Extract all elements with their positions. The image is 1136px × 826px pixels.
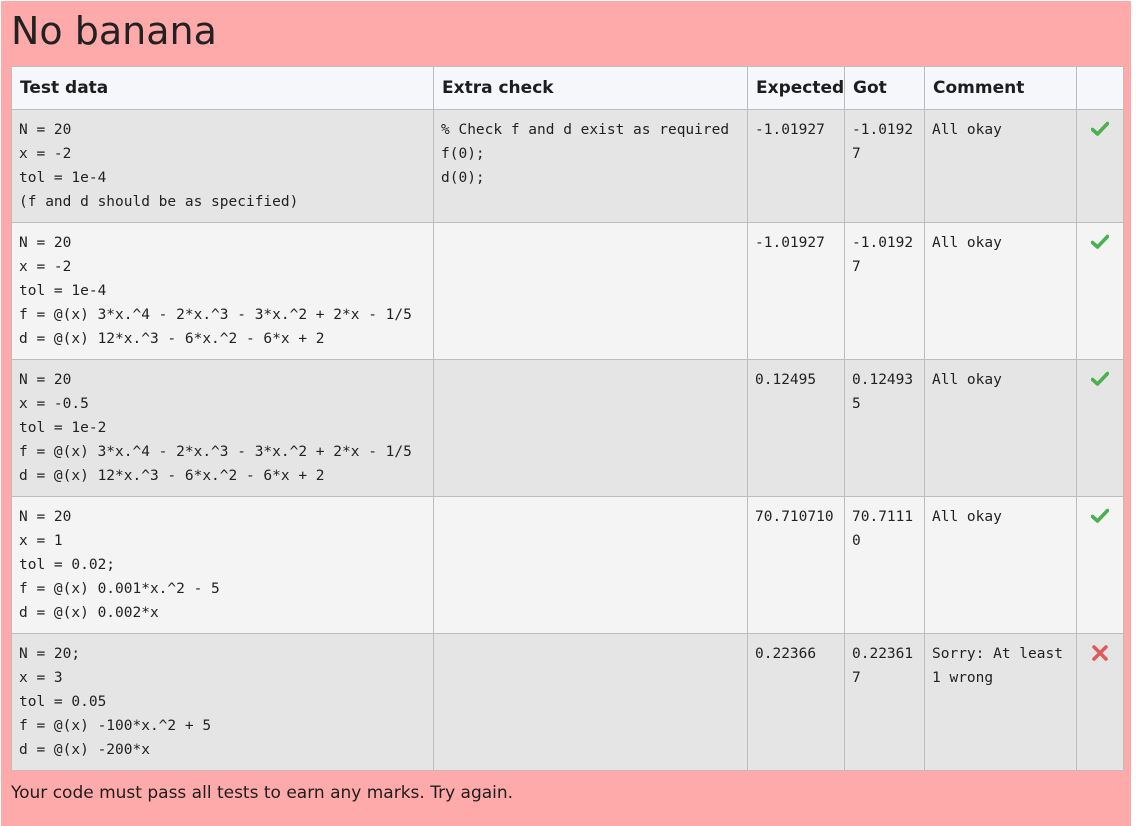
- table-row: N = 20 x = -0.5 tol = 1e-2 f = @(x) 3*x.…: [11, 359, 1124, 497]
- status-cell: [1076, 633, 1124, 771]
- comment-cell-text: Sorry: At least 1 wrong: [932, 646, 1063, 686]
- got-cell-text: 70.71110: [852, 509, 914, 549]
- status-cell: [1076, 222, 1124, 360]
- table-row: N = 20; x = 3 tol = 0.05 f = @(x) -100*x…: [11, 633, 1124, 771]
- comment-cell: All okay: [924, 359, 1077, 497]
- extra-check-cell: [433, 633, 748, 771]
- comment-cell-text: All okay: [932, 509, 1002, 525]
- got-cell: 0.223617: [844, 633, 925, 771]
- got-cell-text: 0.124935: [852, 372, 914, 412]
- got-cell-text: -1.01927: [852, 122, 914, 162]
- got-cell-text: -1.01927: [852, 235, 914, 275]
- header-extra-check: Extra check: [433, 66, 748, 110]
- comment-cell: Sorry: At least 1 wrong: [924, 633, 1077, 771]
- extra-check-cell: [433, 496, 748, 634]
- expected-cell-text: -1.01927: [755, 122, 825, 138]
- test-data-cell-text: N = 20 x = 1 tol = 0.02; f = @(x) 0.001*…: [19, 509, 220, 621]
- expected-cell-text: 70.710710: [755, 509, 834, 525]
- extra-check-cell-text: % Check f and d exist as required f(0); …: [441, 122, 730, 186]
- expected-cell: -1.01927: [747, 109, 845, 223]
- table-row: N = 20 x = 1 tol = 0.02; f = @(x) 0.001*…: [11, 496, 1124, 634]
- header-got: Got: [844, 66, 925, 110]
- comment-cell: All okay: [924, 222, 1077, 360]
- header-mark: [1076, 66, 1124, 110]
- test-data-cell: N = 20; x = 3 tol = 0.05 f = @(x) -100*x…: [11, 633, 434, 771]
- test-data-cell-text: N = 20 x = -2 tol = 1e-4 (f and d should…: [19, 122, 299, 210]
- test-data-cell-text: N = 20 x = -2 tol = 1e-4 f = @(x) 3*x.^4…: [19, 235, 412, 347]
- check-icon: [1091, 121, 1109, 136]
- expected-cell: 0.12495: [747, 359, 845, 497]
- footer-message: Your code must pass all tests to earn an…: [11, 783, 514, 803]
- status-cell: [1076, 496, 1124, 634]
- header-test-data: Test data: [11, 66, 434, 110]
- status-cell: [1076, 109, 1124, 223]
- extra-check-cell: % Check f and d exist as required f(0); …: [433, 109, 748, 223]
- comment-cell-text: All okay: [932, 235, 1002, 251]
- extra-check-cell: [433, 359, 748, 497]
- results-table: Test data Extra check Expected Got Comme…: [11, 66, 1124, 771]
- expected-cell: 0.22366: [747, 633, 845, 771]
- expected-cell-text: 0.12495: [755, 372, 817, 388]
- comment-cell-text: All okay: [932, 122, 1002, 138]
- page-title: No banana: [11, 9, 217, 53]
- result-panel: No banana Test data Extra check Expected…: [1, 1, 1131, 826]
- got-cell: 0.124935: [844, 359, 925, 497]
- expected-cell: 70.710710: [747, 496, 845, 634]
- got-cell-text: 0.223617: [852, 646, 914, 686]
- comment-cell: All okay: [924, 109, 1077, 223]
- expected-cell: -1.01927: [747, 222, 845, 360]
- check-icon: [1091, 234, 1109, 249]
- check-icon: [1091, 508, 1109, 523]
- header-comment: Comment: [924, 66, 1077, 110]
- results-body: N = 20 x = -2 tol = 1e-4 (f and d should…: [11, 109, 1124, 771]
- expected-cell-text: -1.01927: [755, 235, 825, 251]
- expected-cell-text: 0.22366: [755, 646, 817, 662]
- test-data-cell-text: N = 20; x = 3 tol = 0.05 f = @(x) -100*x…: [19, 646, 212, 758]
- test-data-cell: N = 20 x = -2 tol = 1e-4 (f and d should…: [11, 109, 434, 223]
- table-row: N = 20 x = -2 tol = 1e-4 f = @(x) 3*x.^4…: [11, 222, 1124, 360]
- test-data-cell-text: N = 20 x = -0.5 tol = 1e-2 f = @(x) 3*x.…: [19, 372, 412, 484]
- got-cell: -1.01927: [844, 109, 925, 223]
- comment-cell: All okay: [924, 496, 1077, 634]
- test-data-cell: N = 20 x = -2 tol = 1e-4 f = @(x) 3*x.^4…: [11, 222, 434, 360]
- test-data-cell: N = 20 x = -0.5 tol = 1e-2 f = @(x) 3*x.…: [11, 359, 434, 497]
- check-icon: [1091, 371, 1109, 386]
- cross-icon: [1092, 645, 1108, 661]
- got-cell: -1.01927: [844, 222, 925, 360]
- table-row: N = 20 x = -2 tol = 1e-4 (f and d should…: [11, 109, 1124, 223]
- extra-check-cell: [433, 222, 748, 360]
- got-cell: 70.71110: [844, 496, 925, 634]
- comment-cell-text: All okay: [932, 372, 1002, 388]
- table-header-row: Test data Extra check Expected Got Comme…: [11, 66, 1124, 110]
- header-expected: Expected: [747, 66, 845, 110]
- status-cell: [1076, 359, 1124, 497]
- test-data-cell: N = 20 x = 1 tol = 0.02; f = @(x) 0.001*…: [11, 496, 434, 634]
